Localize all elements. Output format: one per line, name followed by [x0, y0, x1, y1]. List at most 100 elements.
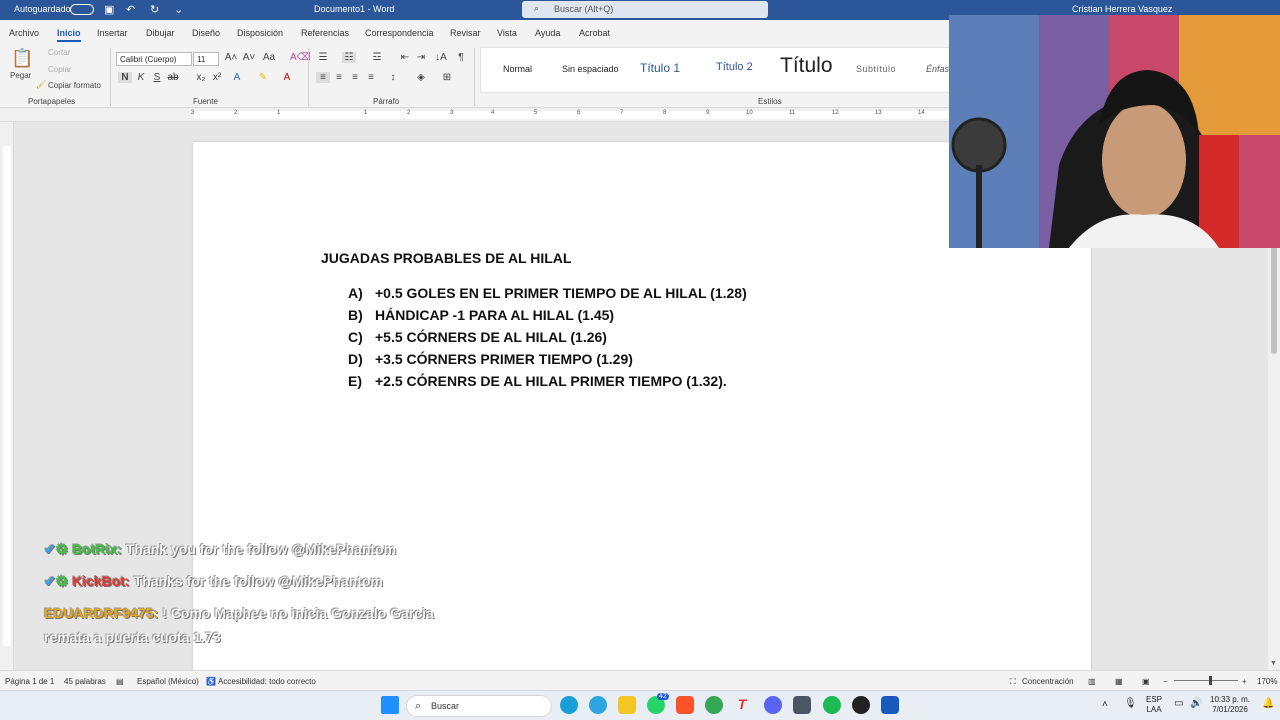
- network-icon[interactable]: ▭: [1174, 699, 1183, 709]
- page-count[interactable]: Página 1 de 1: [5, 677, 54, 686]
- windows-start-icon[interactable]: [381, 696, 399, 714]
- align-right-icon[interactable]: ≡: [348, 72, 362, 83]
- subscript-icon[interactable]: x₂: [194, 72, 208, 83]
- justify-icon[interactable]: ≡: [364, 72, 378, 83]
- superscript-icon[interactable]: x²: [210, 72, 224, 83]
- zoom-slider[interactable]: [1174, 680, 1238, 681]
- numbering-icon[interactable]: ☷: [342, 52, 356, 63]
- format-painter-button[interactable]: Copiar formato: [48, 81, 101, 90]
- text-app-icon[interactable]: T: [733, 696, 751, 714]
- font-color-icon[interactable]: A: [280, 72, 294, 83]
- tab-ayuda[interactable]: Ayuda: [535, 28, 560, 38]
- multilevel-list-icon[interactable]: ☲: [370, 52, 384, 63]
- accessibility-icon: ♿: [206, 677, 216, 686]
- customize-chevron-icon[interactable]: ⌄: [174, 3, 183, 16]
- decrease-indent-icon[interactable]: ⇤: [398, 52, 412, 63]
- chrome-icon[interactable]: [705, 696, 723, 714]
- font-name-value: Calibri (Cuerpo): [120, 55, 177, 64]
- microphone-icon[interactable]: 🎙: [1124, 699, 1137, 709]
- obs-icon[interactable]: [852, 696, 870, 714]
- tab-vista[interactable]: Vista: [497, 28, 517, 38]
- style-heading-2[interactable]: Título 2: [716, 61, 753, 73]
- increase-indent-icon[interactable]: ⇥: [414, 52, 428, 63]
- tab-inicio[interactable]: Inicio: [57, 28, 81, 42]
- style-heading-1[interactable]: Título 1: [640, 61, 680, 75]
- scroll-down-icon[interactable]: ▼: [1270, 660, 1277, 667]
- change-case-icon[interactable]: Aa: [262, 52, 276, 63]
- discord-icon[interactable]: [764, 696, 782, 714]
- align-center-icon[interactable]: ≡: [332, 72, 346, 83]
- tab-disposicion[interactable]: Disposición: [237, 28, 283, 38]
- focus-button[interactable]: Concentración: [1022, 677, 1074, 686]
- zoom-slider-thumb[interactable]: [1209, 676, 1212, 685]
- italic-icon[interactable]: K: [134, 72, 148, 83]
- cut-button[interactable]: Cortar: [48, 48, 70, 57]
- zoom-in-icon[interactable]: +: [1242, 677, 1247, 686]
- save-icon[interactable]: ▣: [104, 3, 114, 16]
- title-search-box[interactable]: ⌕ Buscar (Alt+Q): [522, 1, 768, 18]
- print-layout-icon[interactable]: ▦: [1115, 677, 1123, 686]
- paste-label[interactable]: Pegar: [10, 71, 31, 80]
- edge-icon[interactable]: [560, 696, 578, 714]
- grow-font-icon[interactable]: A˄: [224, 52, 238, 63]
- spotify-icon[interactable]: [823, 696, 841, 714]
- undo-icon[interactable]: ↶: [126, 3, 135, 16]
- read-mode-icon[interactable]: ▥: [1088, 677, 1096, 686]
- strikethrough-icon[interactable]: ab: [166, 72, 180, 83]
- calculator-icon[interactable]: [793, 696, 811, 714]
- notifications-icon[interactable]: 🔔: [1262, 699, 1274, 709]
- user-name[interactable]: Cristian Herrera Vasquez: [1072, 4, 1172, 14]
- language-indicator[interactable]: ESP LAA: [1146, 695, 1162, 715]
- style-normal[interactable]: Normal: [503, 64, 532, 74]
- redo-icon[interactable]: ↻: [150, 3, 159, 16]
- telegram-icon[interactable]: [589, 696, 607, 714]
- tab-diseno[interactable]: Diseño: [192, 28, 220, 38]
- font-name-select[interactable]: Calibri (Cuerpo): [116, 52, 192, 66]
- clear-format-icon[interactable]: A⌫: [290, 52, 311, 63]
- shading-icon[interactable]: ◈: [414, 72, 428, 83]
- tab-dibujar[interactable]: Dibujar: [146, 28, 175, 38]
- word-count[interactable]: 45 palabras: [64, 677, 106, 686]
- highlight-icon[interactable]: ✎: [256, 72, 270, 83]
- chat-message: ✔⚙ BotRix: Thank you for the follow @Mik…: [44, 541, 396, 558]
- zoom-level[interactable]: 170%: [1257, 677, 1277, 686]
- sort-icon[interactable]: ↓A: [434, 52, 448, 63]
- borders-icon[interactable]: ⊞: [440, 72, 454, 83]
- align-left-icon[interactable]: ≡: [316, 72, 330, 83]
- language-status[interactable]: Español (México): [137, 677, 199, 686]
- font-size-select[interactable]: 11: [193, 52, 219, 66]
- pilcrow-icon[interactable]: ¶: [454, 52, 468, 63]
- copy-button[interactable]: Copiar: [48, 65, 72, 74]
- clock[interactable]: 10:33 p. m. 7/01/2026: [1210, 695, 1250, 715]
- bullets-icon[interactable]: ☰: [316, 52, 330, 63]
- tab-revisar[interactable]: Revisar: [450, 28, 481, 38]
- autosave-toggle[interactable]: [70, 4, 94, 15]
- shrink-font-icon[interactable]: A˅: [242, 52, 256, 63]
- style-subtitle[interactable]: Subtítulo: [856, 64, 896, 74]
- underline-icon[interactable]: S: [150, 72, 164, 83]
- accessibility-status[interactable]: Accesibilidad: todo correcto: [218, 677, 316, 686]
- web-layout-icon[interactable]: ▣: [1142, 677, 1150, 686]
- tab-insertar[interactable]: Insertar: [97, 28, 128, 38]
- tab-correspondencia[interactable]: Correspondencia: [365, 28, 434, 38]
- tab-referencias[interactable]: Referencias: [301, 28, 349, 38]
- tray-chevron-icon[interactable]: ˄: [1102, 700, 1108, 710]
- zoom-out-icon[interactable]: −: [1163, 677, 1168, 686]
- brave-icon[interactable]: [676, 696, 694, 714]
- tab-archivo[interactable]: Archivo: [9, 28, 39, 38]
- style-title[interactable]: Título: [780, 54, 833, 78]
- volume-icon[interactable]: 🔊: [1190, 699, 1202, 709]
- tab-acrobat[interactable]: Acrobat: [579, 28, 610, 38]
- bold-icon[interactable]: N: [118, 72, 132, 83]
- line-spacing-icon[interactable]: ↕: [386, 72, 400, 83]
- vertical-ruler[interactable]: [0, 122, 14, 670]
- webcam-image: [949, 15, 1280, 248]
- file-explorer-icon[interactable]: [618, 696, 636, 714]
- style-no-spacing[interactable]: Sin espaciado: [562, 64, 619, 74]
- word-icon[interactable]: [881, 696, 899, 714]
- text-effects-icon[interactable]: A: [230, 72, 244, 83]
- proofing-icon[interactable]: ▤: [116, 677, 124, 686]
- paste-icon[interactable]: 📋: [11, 48, 33, 69]
- taskbar-search[interactable]: ⌕ Buscar: [406, 695, 552, 717]
- font-size-value: 11: [197, 55, 206, 64]
